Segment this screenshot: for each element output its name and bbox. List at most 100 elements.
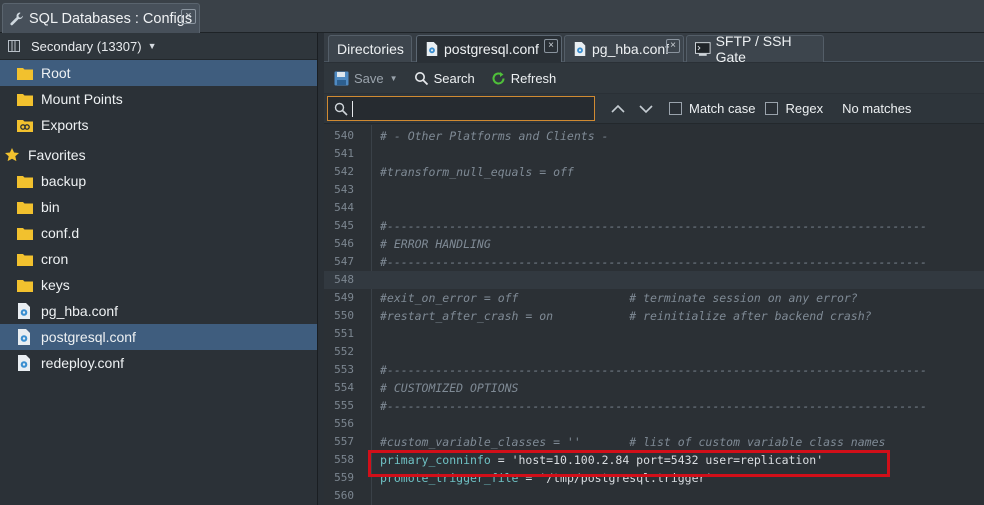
code-line[interactable]: 544 bbox=[324, 199, 984, 217]
code-comment: # - Other Platforms and Clients - bbox=[380, 129, 609, 143]
line-number: 553 bbox=[334, 363, 354, 376]
code-line[interactable]: 545 #------------------------------------… bbox=[324, 217, 984, 235]
find-input[interactable] bbox=[352, 100, 582, 117]
save-button[interactable]: Save ▼ bbox=[334, 71, 398, 86]
search-label: Search bbox=[433, 70, 475, 86]
tree-item-redeploy-conf[interactable]: redeploy.conf bbox=[0, 350, 317, 376]
code-line[interactable]: 555 #------------------------------------… bbox=[324, 397, 984, 415]
regex-checkbox[interactable]: Regex bbox=[765, 101, 823, 116]
tab-label: SFTP / SSH Gate bbox=[715, 33, 792, 65]
checkbox-box[interactable] bbox=[765, 102, 779, 115]
folder-icon bbox=[17, 228, 33, 240]
main-panel: Directories postgresql.conf × pg_hba.con… bbox=[324, 33, 984, 505]
checkbox-box[interactable] bbox=[669, 102, 682, 115]
tree-item-label: pg_hba.conf bbox=[41, 303, 119, 319]
tree-item-conf-d[interactable]: conf.d bbox=[0, 220, 317, 246]
tree-item-label: conf.d bbox=[41, 225, 80, 241]
close-icon[interactable]: × bbox=[666, 39, 680, 53]
line-number: 558 bbox=[334, 453, 354, 466]
line-number: 545 bbox=[334, 219, 354, 232]
code-line[interactable]: 541 bbox=[324, 145, 984, 163]
code-editor[interactable]: 540 # - Other Platforms and Clients - 541 5… bbox=[324, 125, 984, 505]
config-file-icon bbox=[18, 355, 30, 371]
code-line[interactable]: 547 #------------------------------------… bbox=[324, 253, 984, 271]
code-line[interactable]: 540 # - Other Platforms and Clients - bbox=[324, 127, 984, 145]
folder-icon bbox=[17, 202, 33, 214]
close-icon[interactable]: × bbox=[544, 39, 558, 53]
code-line[interactable]: 558 primary_conninfo = 'host=10.100.2.84 … bbox=[324, 451, 984, 469]
code-line[interactable]: 552 bbox=[324, 343, 984, 361]
code-line[interactable]: 551 bbox=[324, 325, 984, 343]
code-comment: #---------------------------------------… bbox=[380, 399, 927, 413]
code-line[interactable]: 550 #restart_after_crash = on # reinitial… bbox=[324, 307, 984, 325]
tab-postgresql-conf[interactable]: postgresql.conf × bbox=[416, 35, 562, 62]
find-field[interactable] bbox=[327, 96, 595, 121]
search-icon bbox=[414, 71, 428, 85]
tree-item-label: keys bbox=[41, 277, 70, 293]
tab-sftp-ssh-gate[interactable]: SFTP / SSH Gate bbox=[686, 33, 824, 65]
save-label: Save bbox=[354, 70, 384, 86]
find-status: No matches bbox=[842, 101, 912, 116]
code-line[interactable]: 557 #custom_variable_classes = '' # list … bbox=[324, 433, 984, 451]
tree-item-cron[interactable]: cron bbox=[0, 246, 317, 272]
favorites-header[interactable]: Favorites bbox=[0, 142, 317, 168]
code-setting: promote_trigger_file = '/tmp/postgresql.… bbox=[380, 469, 712, 487]
tree-item-exports[interactable]: Exports bbox=[0, 112, 317, 138]
line-number: 559 bbox=[334, 471, 354, 484]
line-number: 554 bbox=[334, 381, 354, 394]
wrench-icon bbox=[10, 12, 24, 25]
chevron-down-icon[interactable]: ▼ bbox=[148, 41, 157, 51]
tree-item-label: backup bbox=[41, 173, 87, 189]
code-line[interactable]: 542 #transform_null_equals = off bbox=[324, 163, 984, 181]
line-number: 552 bbox=[334, 345, 354, 358]
chevron-down-icon[interactable]: ▼ bbox=[390, 74, 398, 83]
refresh-icon bbox=[492, 71, 505, 84]
title-bar: SQL Databases : Configs × bbox=[0, 0, 984, 33]
code-line[interactable]: 548 bbox=[324, 271, 984, 289]
tree-item-label: postgresql.conf bbox=[41, 329, 136, 345]
tree-item-label: bin bbox=[41, 199, 60, 215]
code-setting: primary_conninfo = 'host=10.100.2.84 por… bbox=[380, 451, 823, 469]
code-line[interactable]: 559 promote_trigger_file = '/tmp/postgres… bbox=[324, 469, 984, 487]
chevron-up-icon[interactable] bbox=[611, 104, 625, 114]
tree-item-pg-hba-conf[interactable]: pg_hba.conf bbox=[0, 298, 317, 324]
search-button[interactable]: Search bbox=[414, 71, 475, 86]
tab-pg-hba-conf[interactable]: pg_hba.conf × bbox=[564, 35, 684, 62]
code-line[interactable]: 553 #------------------------------------… bbox=[324, 361, 984, 379]
terminal-icon bbox=[695, 42, 711, 56]
tab-directories[interactable]: Directories bbox=[328, 35, 412, 62]
close-icon[interactable]: × bbox=[181, 9, 196, 24]
code-line[interactable]: 549 #exit_on_error = off # terminate sess… bbox=[324, 289, 984, 307]
code-line[interactable]: 546 # ERROR HANDLING bbox=[324, 235, 984, 253]
tree-item-mount-points[interactable]: Mount Points bbox=[0, 86, 317, 112]
code-line[interactable]: 560 bbox=[324, 487, 984, 505]
tree-item-root[interactable]: Root bbox=[0, 60, 317, 86]
code-line[interactable]: 554 # CUSTOMIZED OPTIONS bbox=[324, 379, 984, 397]
chevron-down-icon[interactable] bbox=[639, 104, 653, 114]
setting-value: 'host=10.100.2.84 port=5432 user=replica… bbox=[511, 453, 824, 467]
line-number: 546 bbox=[334, 237, 354, 250]
account-selector[interactable]: Secondary (13307) ▼ bbox=[0, 33, 317, 60]
folder-icon bbox=[17, 68, 33, 80]
tree-item-keys[interactable]: keys bbox=[0, 272, 317, 298]
code-line[interactable]: 556 bbox=[324, 415, 984, 433]
tab-bar: Directories postgresql.conf × pg_hba.con… bbox=[324, 33, 984, 65]
regex-label: Regex bbox=[785, 101, 824, 116]
config-file-icon bbox=[426, 42, 438, 56]
code-comment: #restart_after_crash = on # reinitialize… bbox=[380, 309, 872, 323]
tab-label: Directories bbox=[337, 41, 404, 57]
code-line[interactable]: 543 bbox=[324, 181, 984, 199]
refresh-button[interactable]: Refresh bbox=[491, 71, 556, 86]
match-case-checkbox[interactable]: Match case bbox=[669, 101, 755, 116]
tree-item-label: Exports bbox=[41, 117, 89, 133]
folder-icon bbox=[17, 94, 33, 106]
tree-item-postgresql-conf[interactable]: postgresql.conf bbox=[0, 324, 317, 350]
tree-item-backup[interactable]: backup bbox=[0, 168, 317, 194]
config-file-icon bbox=[18, 303, 30, 319]
line-number: 550 bbox=[334, 309, 354, 322]
window-title: SQL Databases : Configs bbox=[29, 10, 193, 27]
window-tab[interactable]: SQL Databases : Configs × bbox=[2, 3, 200, 33]
tree-item-bin[interactable]: bin bbox=[0, 194, 317, 220]
star-icon bbox=[5, 148, 19, 162]
line-number: 555 bbox=[334, 399, 354, 412]
